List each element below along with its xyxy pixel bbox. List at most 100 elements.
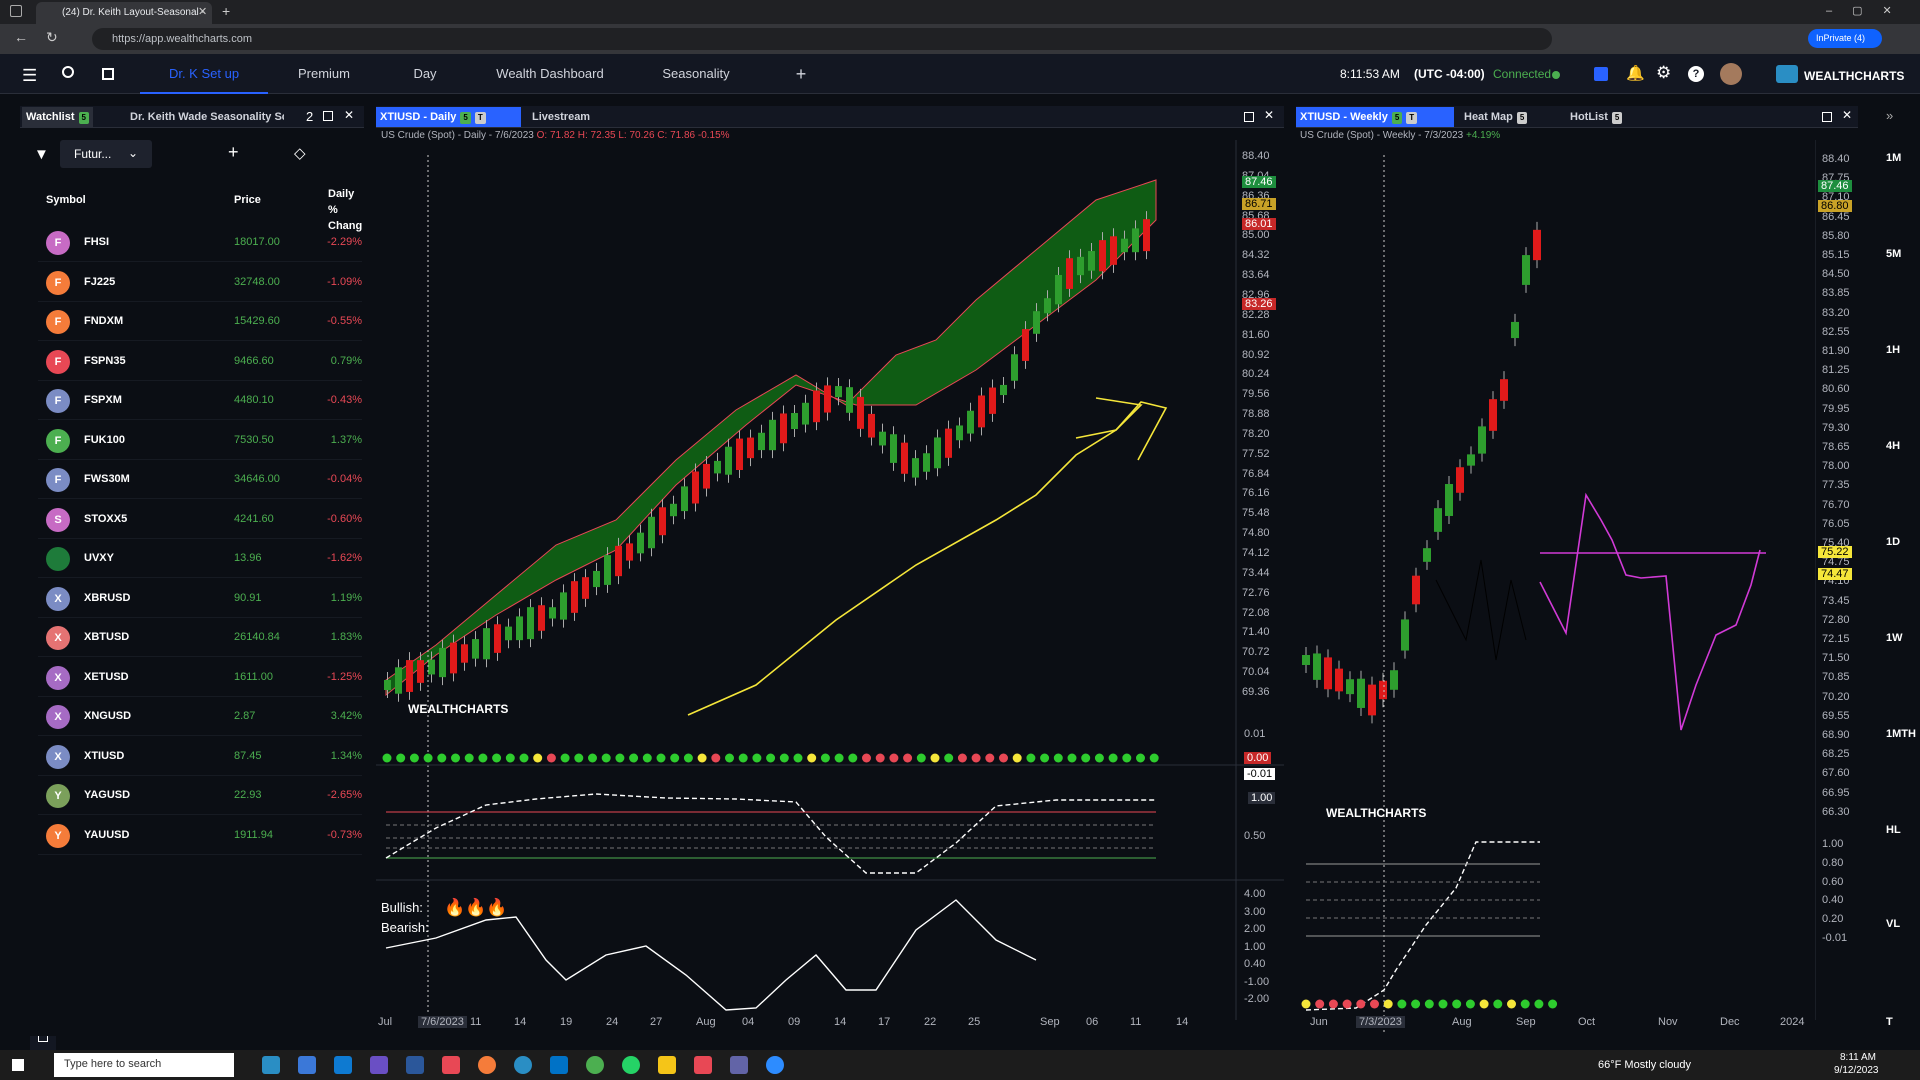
app-icon[interactable]	[262, 1056, 280, 1074]
candle-body	[483, 628, 490, 660]
tab-hotlist[interactable]: HotList 5	[1566, 107, 1626, 127]
app-icon[interactable]	[694, 1056, 712, 1074]
app-icon[interactable]	[514, 1056, 532, 1074]
refresh-icon[interactable]: ↻	[46, 29, 58, 46]
browser-menu-icon[interactable]	[10, 5, 22, 17]
table-row[interactable]: F FJ225 32748.00 -1.09%	[38, 264, 362, 302]
help-icon[interactable]: ?	[1688, 66, 1704, 82]
avatar[interactable]	[1720, 63, 1742, 85]
tab-wealth-dashboard[interactable]: Wealth Dashboard	[488, 54, 612, 94]
app-icon[interactable]	[622, 1056, 640, 1074]
app-icon[interactable]	[658, 1056, 676, 1074]
back-icon[interactable]: ←	[14, 29, 28, 45]
taskbar-time[interactable]: 8:11 AM	[1840, 1052, 1876, 1063]
table-row[interactable]: Y YAGUSD 22.93 -2.65%	[38, 777, 362, 815]
tag-icon[interactable]: ◇	[294, 144, 306, 162]
table-row[interactable]: F FNDXM 15429.60 -0.55%	[38, 303, 362, 341]
table-row[interactable]: F FSPN35 9466.60 0.79%	[38, 343, 362, 381]
ind2-tick-mid: 0.50	[1244, 830, 1266, 842]
table-row[interactable]: F FSPXM 4480.10 -0.43%	[38, 382, 362, 420]
maximize-icon[interactable]	[1244, 112, 1254, 122]
tab-premium[interactable]: Premium	[284, 54, 364, 94]
weekly-price-chart[interactable]	[1296, 140, 1816, 1040]
filter-icon[interactable]: ▼	[34, 146, 49, 163]
weekly-tab-t-badge: T	[1406, 112, 1418, 124]
timeframe-button[interactable]: 1MTH	[1886, 728, 1916, 740]
app-icon[interactable]	[550, 1056, 568, 1074]
close-panel-icon[interactable]: ✕	[1264, 108, 1274, 122]
tab-heat-map[interactable]: Heat Map 5	[1460, 107, 1531, 127]
inprivate-badge[interactable]: InPrivate (4)	[1808, 29, 1882, 48]
timeframe-button[interactable]: 1D	[1886, 536, 1900, 548]
timeframe-button[interactable]: 1W	[1886, 632, 1903, 644]
timeframe-button[interactable]: 1M	[1886, 152, 1901, 164]
save-icon[interactable]	[1594, 67, 1608, 81]
table-row[interactable]: X XBTUSD 26140.84 1.83%	[38, 619, 362, 657]
app-icon[interactable]	[730, 1056, 748, 1074]
panel-count[interactable]: 2	[306, 109, 313, 124]
app-icon[interactable]	[442, 1056, 460, 1074]
gear-icon[interactable]: ⚙	[1656, 63, 1671, 83]
timeframe-button[interactable]: VL	[1886, 918, 1900, 930]
collapse-sidebar-icon[interactable]: »	[1886, 108, 1893, 123]
maximize-icon[interactable]	[323, 111, 333, 121]
timeframe-button[interactable]: 4H	[1886, 440, 1900, 452]
tab-xtiusd-weekly[interactable]: XTIUSD - Weekly 5 T	[1296, 107, 1454, 127]
timezone[interactable]: (UTC -04:00)	[1414, 54, 1485, 94]
close-panel-icon[interactable]: ✕	[1842, 108, 1852, 122]
table-row[interactable]: F FHSI 18017.00 -2.29%	[38, 224, 362, 262]
tab-livestream[interactable]: Livestream	[528, 107, 594, 127]
tab-seasonality-screener[interactable]: Dr. Keith Wade Seasonality Sc	[126, 107, 284, 127]
layouts-icon[interactable]	[102, 68, 114, 80]
table-row[interactable]: UVXY 13.96 -1.62%	[38, 540, 362, 578]
app-icon[interactable]	[406, 1056, 424, 1074]
tab-dr-k-setup[interactable]: Dr. K Set up	[140, 54, 268, 94]
timeframe-button[interactable]: 1H	[1886, 344, 1900, 356]
bell-icon[interactable]: 🔔	[1626, 64, 1645, 82]
url-field[interactable]: https://app.wealthcharts.com	[92, 28, 1552, 50]
tab-seasonality[interactable]: Seasonality	[650, 54, 742, 94]
app-icon[interactable]	[766, 1056, 784, 1074]
price-tick: 86.45	[1822, 210, 1850, 223]
daily-price-chart[interactable]	[376, 140, 1284, 1040]
tab-day[interactable]: Day	[400, 54, 450, 94]
add-symbol-icon[interactable]: +	[228, 142, 239, 163]
timeframe-button[interactable]: HL	[1886, 824, 1901, 836]
tab-watchlist[interactable]: Watchlist 5	[22, 107, 93, 127]
table-row[interactable]: F FUK100 7530.50 1.37%	[38, 422, 362, 460]
table-row[interactable]: X XETUSD 1611.00 -1.25%	[38, 659, 362, 697]
timeframe-button[interactable]: 5M	[1886, 248, 1901, 260]
app-icon[interactable]	[298, 1056, 316, 1074]
table-row[interactable]: F FWS30M 34646.00 -0.04%	[38, 461, 362, 499]
hamburger-menu-icon[interactable]: ☰	[22, 66, 37, 86]
maximize-icon[interactable]	[1822, 112, 1832, 122]
taskbar-search[interactable]: Type here to search	[54, 1053, 234, 1077]
weather[interactable]: 66°F Mostly cloudy	[1598, 1059, 1691, 1071]
tab-xtiusd-daily[interactable]: XTIUSD - Daily 5 T	[376, 107, 521, 127]
new-tab-icon[interactable]: +	[222, 3, 230, 19]
column-price[interactable]: Price	[234, 194, 261, 206]
search-icon[interactable]	[62, 66, 74, 78]
column-symbol[interactable]: Symbol	[46, 194, 86, 206]
taskbar-date[interactable]: 9/12/2023	[1834, 1065, 1879, 1076]
app-icon[interactable]	[478, 1056, 496, 1074]
browser-tab[interactable]: (24) Dr. Keith Layout-Seasonal -	[36, 2, 212, 24]
filter-dropdown[interactable]: Futur... ⌄	[60, 140, 152, 168]
window-controls[interactable]: –▢✕	[1826, 4, 1912, 17]
app-icon[interactable]	[370, 1056, 388, 1074]
table-row[interactable]: X XNGUSD 2.87 3.42%	[38, 698, 362, 736]
close-panel-icon[interactable]: ✕	[344, 108, 354, 122]
timeframe-button[interactable]: T	[1886, 1016, 1893, 1028]
windows-start-icon[interactable]	[12, 1059, 24, 1071]
app-icon[interactable]	[334, 1056, 352, 1074]
add-tab-button[interactable]: +	[786, 54, 816, 94]
app-icon[interactable]	[586, 1056, 604, 1074]
symbol-name: XNGUSD	[84, 710, 132, 722]
table-row[interactable]: Y YAUUSD 1911.94 -0.73%	[38, 817, 362, 855]
close-tab-icon[interactable]: ✕	[198, 5, 207, 18]
table-row[interactable]: S STOXX5 4241.60 -0.60%	[38, 501, 362, 539]
table-row[interactable]: X XTIUSD 87.45 1.34%	[38, 738, 362, 776]
table-row[interactable]: X XBRUSD 90.91 1.19%	[38, 580, 362, 618]
ind2-tick-top: 1.00	[1248, 792, 1276, 804]
candle-body	[857, 396, 864, 429]
